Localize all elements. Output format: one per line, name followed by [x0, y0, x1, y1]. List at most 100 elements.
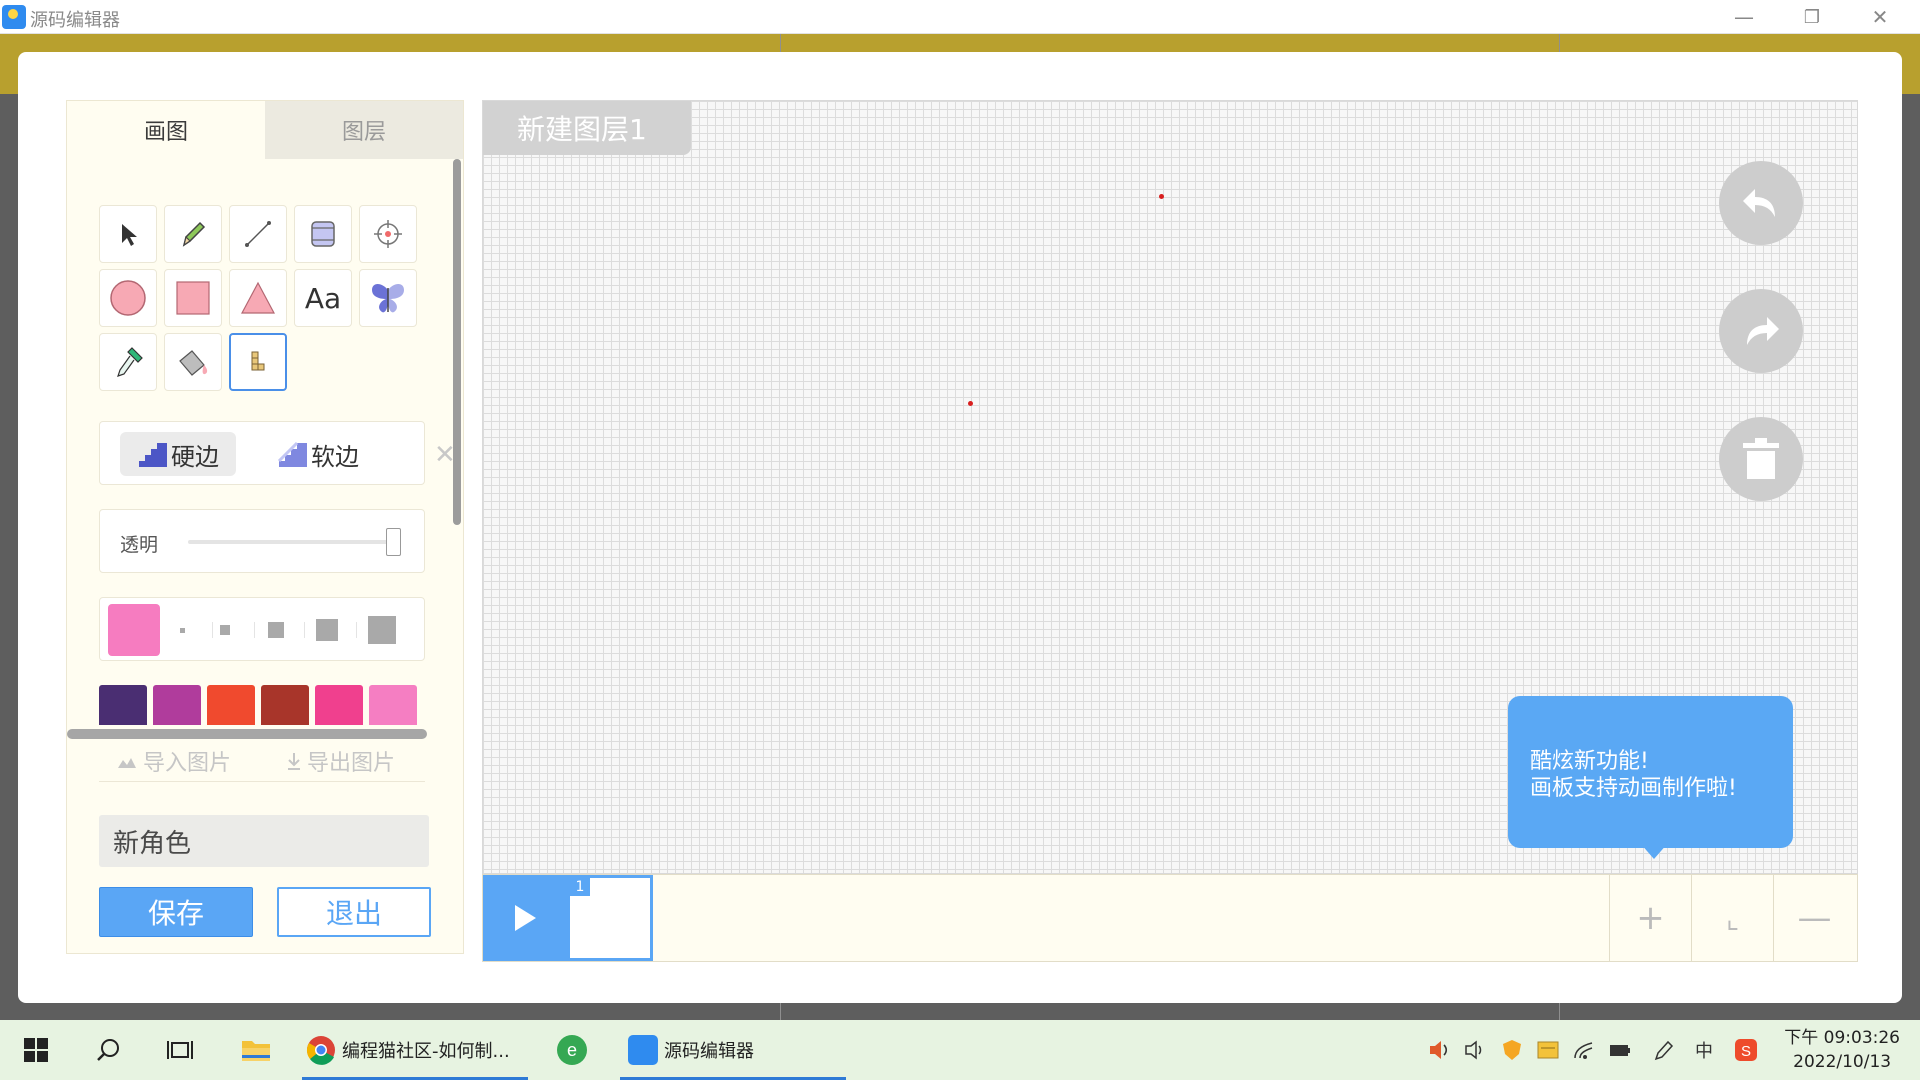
divider — [99, 781, 425, 782]
tooltip-pointer — [1640, 843, 1668, 859]
ime-indicator[interactable]: 中 — [1692, 1038, 1716, 1062]
canvas-pixel — [1159, 194, 1164, 199]
layer-name-tag: 新建图层1 — [483, 101, 691, 155]
app-icon — [2, 5, 26, 29]
system-clock[interactable]: 下午 09:03:26 2022/10/13 — [1784, 1026, 1900, 1074]
clock-time: 下午 09:03:26 — [1784, 1028, 1900, 1048]
app-tray-icon[interactable]: S — [1734, 1038, 1758, 1062]
pencil-icon — [182, 221, 206, 247]
taskbar-item-label: 编程猫社区-如何制... — [342, 1041, 510, 1062]
taskbar: 编程猫社区-如何制... e 源码编辑器 中 S 下午 09:03:26 202… — [0, 1020, 1920, 1080]
taskbar-item-browser[interactable]: 编程猫社区-如何制... — [302, 1020, 528, 1080]
center-tool[interactable] — [359, 205, 417, 263]
line-icon — [245, 221, 271, 247]
drawing-canvas[interactable]: 新建图层1 酷炫新功能! 画板支持动画制作啦! — [482, 100, 1858, 874]
minimize-button[interactable]: — — [1710, 0, 1778, 34]
brush-size-4[interactable] — [316, 619, 338, 641]
size-divider — [254, 622, 255, 638]
palette-color[interactable] — [207, 685, 255, 725]
redo-icon — [1747, 317, 1779, 345]
undo-button[interactable] — [1719, 161, 1803, 245]
palette-scrollbar[interactable] — [67, 729, 427, 739]
search-icon — [97, 1039, 119, 1061]
undo-icon — [1743, 189, 1775, 217]
taskbar-item-label: 源码编辑器 — [664, 1041, 754, 1062]
close-button[interactable]: ✕ — [1846, 0, 1914, 34]
circle-tool[interactable] — [99, 269, 157, 327]
remove-frame-button[interactable]: — — [1773, 875, 1855, 961]
brush-size-5[interactable] — [368, 616, 396, 644]
download-icon — [288, 753, 300, 770]
import-image-button[interactable]: 导入图片 — [117, 745, 231, 777]
svg-text:e: e — [567, 1040, 577, 1060]
palette-color[interactable] — [369, 685, 417, 725]
animation-frame[interactable]: 1 — [567, 875, 653, 961]
play-button[interactable] — [483, 875, 567, 961]
hard-edge-button[interactable]: 硬边 — [120, 432, 236, 476]
battery-icon — [1610, 1045, 1630, 1056]
export-image-label: 导出图片 — [307, 751, 396, 776]
volume-tray-icon[interactable] — [1464, 1038, 1488, 1062]
crosshair-icon — [374, 220, 402, 248]
opacity-control: 透明 — [99, 509, 425, 573]
brush-size-3[interactable] — [268, 622, 284, 638]
notes-tray-icon[interactable] — [1536, 1038, 1560, 1062]
start-button[interactable] — [20, 1034, 52, 1066]
pixel-tool[interactable] — [229, 333, 287, 391]
select-tool[interactable] — [99, 205, 157, 263]
sticker-tool[interactable] — [359, 269, 417, 327]
opacity-label: 透明 — [120, 534, 159, 556]
palette-color[interactable] — [261, 685, 309, 725]
taskbar-item-edge[interactable]: e — [556, 1034, 588, 1066]
brush-size-1[interactable] — [180, 628, 185, 633]
fill-tool[interactable] — [164, 333, 222, 391]
speaker-tray-icon[interactable] — [1428, 1038, 1452, 1062]
delete-button[interactable] — [1719, 417, 1803, 501]
close-icon[interactable]: ✕ — [434, 440, 456, 470]
redo-button[interactable] — [1719, 289, 1803, 373]
current-color-swatch[interactable] — [108, 604, 160, 656]
pixel-icon — [251, 351, 265, 371]
palette-color[interactable] — [153, 685, 201, 725]
size-divider — [304, 622, 305, 638]
pointer-icon — [122, 224, 137, 246]
brush-size-2[interactable] — [220, 625, 230, 635]
tab-draw[interactable]: 画图 — [67, 101, 265, 159]
eraser-tool[interactable] — [294, 205, 352, 263]
palette-color[interactable] — [315, 685, 363, 725]
search-button[interactable] — [92, 1034, 124, 1066]
image-icon — [118, 758, 136, 768]
wifi-icon — [1574, 1042, 1593, 1059]
pen-tray-icon[interactable] — [1652, 1038, 1676, 1062]
wifi-tray-icon[interactable] — [1572, 1038, 1596, 1062]
task-view-button[interactable] — [164, 1034, 196, 1066]
tab-layers[interactable]: 图层 — [265, 101, 463, 159]
copy-frame-button[interactable]: ⌞ — [1691, 875, 1773, 961]
add-frame-button[interactable]: + — [1609, 875, 1691, 961]
svg-text:S: S — [1741, 1043, 1751, 1060]
soft-edge-button[interactable]: 软边 — [260, 432, 376, 476]
restore-button[interactable]: ❐ — [1778, 0, 1846, 34]
feature-tooltip: 酷炫新功能! 画板支持动画制作啦! — [1508, 696, 1793, 848]
edge-browser-icon: e — [557, 1035, 587, 1065]
panel-tabs: 画图 图层 — [67, 101, 463, 159]
taskbar-item-editor[interactable]: 源码编辑器 — [620, 1020, 846, 1080]
eyedropper-tool[interactable] — [99, 333, 157, 391]
opacity-slider-thumb[interactable] — [386, 528, 401, 556]
panel-scrollbar[interactable] — [453, 159, 461, 525]
save-button[interactable]: 保存 — [99, 887, 253, 937]
text-tool[interactable]: Aa — [294, 269, 352, 327]
pencil-tool[interactable] — [164, 205, 222, 263]
palette-color[interactable] — [99, 685, 147, 725]
line-tool[interactable] — [229, 205, 287, 263]
triangle-tool[interactable] — [229, 269, 287, 327]
sprite-name-input[interactable]: 新角色 — [99, 815, 429, 867]
tooltip-line: 画板支持动画制作啦! — [1530, 776, 1737, 801]
exit-button[interactable]: 退出 — [277, 887, 431, 937]
rectangle-tool[interactable] — [164, 269, 222, 327]
antivirus-tray-icon[interactable] — [1500, 1038, 1524, 1062]
battery-tray-icon[interactable] — [1608, 1038, 1632, 1062]
export-image-button[interactable]: 导出图片 — [285, 745, 395, 777]
file-explorer-button[interactable] — [240, 1034, 272, 1066]
opacity-slider-track[interactable] — [188, 540, 388, 544]
